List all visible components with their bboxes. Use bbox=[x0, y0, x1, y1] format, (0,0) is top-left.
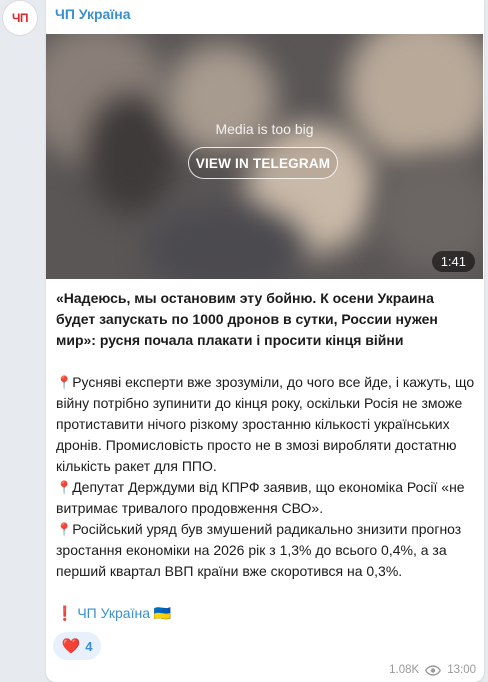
post-text: «Надеюсь, мы остановим эту бойню. К осен… bbox=[56, 288, 476, 624]
eye-icon bbox=[425, 664, 442, 676]
paragraph-text: Російський уряд був змушений радикально … bbox=[56, 521, 462, 579]
paragraph-text: Депутат Держдуми від КПРФ заявив, що еко… bbox=[56, 479, 465, 516]
message-bubble: ЧП Україна Media is too big VIEW IN TELE… bbox=[46, 0, 484, 682]
blur-shape bbox=[346, 34, 483, 164]
post-signature: ❗ ЧП Україна 🇺🇦 bbox=[56, 603, 476, 624]
post-headline: «Надеюсь, мы остановим эту бойню. К осен… bbox=[56, 288, 476, 351]
heart-icon: ❤️ bbox=[61, 638, 81, 655]
headline-tail: русня почала плакати і просити кінця вій… bbox=[95, 332, 404, 348]
signature-link[interactable]: ЧП Україна bbox=[77, 605, 150, 621]
channel-avatar[interactable]: ЧП bbox=[2, 0, 38, 36]
paragraph-text: Русняві експерти вже зрозуміли, до чого … bbox=[56, 374, 475, 474]
blur-shape bbox=[86, 94, 176, 214]
blur-shape bbox=[166, 44, 276, 154]
post-paragraph: 📍Русняві експерти вже зрозуміли, до чого… bbox=[56, 372, 476, 477]
pin-icon: 📍 bbox=[56, 522, 73, 537]
avatar-label: ЧП bbox=[11, 11, 29, 25]
video-duration: 1:41 bbox=[431, 251, 475, 272]
pin-icon: 📍 bbox=[56, 480, 73, 495]
post-paragraph: 📍Російський уряд був змушений радикально… bbox=[56, 519, 476, 582]
post-paragraph: 📍Депутат Держдуми від КПРФ заявив, що ек… bbox=[56, 477, 476, 519]
media-too-big-label: Media is too big bbox=[215, 121, 314, 137]
video-preview[interactable]: Media is too big VIEW IN TELEGRAM 1:41 bbox=[46, 34, 483, 279]
pin-icon: 📍 bbox=[56, 375, 73, 390]
channel-name[interactable]: ЧП Україна bbox=[55, 6, 131, 22]
view-count: 1.08K bbox=[389, 664, 420, 676]
reaction-heart[interactable]: ❤️ 4 bbox=[53, 632, 101, 660]
reaction-count: 4 bbox=[85, 638, 93, 654]
ukraine-flag-icon: 🇺🇦 bbox=[153, 605, 172, 621]
message-meta: 1.08K 13:00 bbox=[389, 664, 476, 676]
exclamation-icon: ❗ bbox=[56, 605, 74, 621]
message-time: 13:00 bbox=[447, 664, 476, 676]
view-in-telegram-button[interactable]: VIEW IN TELEGRAM bbox=[188, 147, 338, 179]
